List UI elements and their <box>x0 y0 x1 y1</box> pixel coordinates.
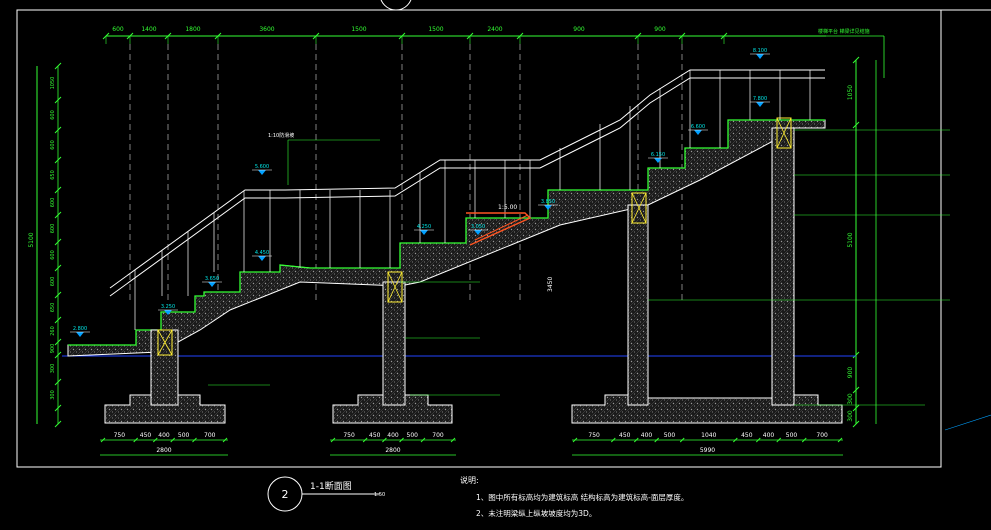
mid-height-label: 3450 <box>547 277 554 292</box>
elevation-marker <box>420 230 428 235</box>
pier-2 <box>332 271 453 424</box>
elevation-label: 6.600 <box>691 124 705 130</box>
footing-dim-total: 5990 <box>700 447 715 454</box>
footing-dimension-lines <box>100 439 843 456</box>
dim-top-value: 900 <box>654 26 666 33</box>
dimension-text: 750 450 400 500 700 2800 750 450 400 500 700 2800 75… <box>100 432 843 454</box>
footing-dim-value: 450 <box>619 432 631 439</box>
drawing-title: 2 1-1断面图 1:50 <box>267 476 385 512</box>
dim-left-value: 260 <box>50 326 56 336</box>
footing-dim-value: 1040 <box>701 432 716 439</box>
elevation-marker <box>654 158 662 163</box>
note-2: 2、未注明梁纵上纵坡坡度均为3D。 <box>476 508 596 518</box>
dim-left-value: 5100 <box>28 232 35 247</box>
elevation-label: 4.450 <box>255 250 269 256</box>
footing-dim-value: 400 <box>763 432 775 439</box>
dim-left-value: 650 <box>50 303 56 313</box>
top-reference-circle <box>380 0 412 11</box>
dim-left-value: 600 <box>50 250 56 260</box>
title-scale: 1:50 <box>374 492 385 498</box>
elevation-marker <box>208 282 216 287</box>
notes-heading: 说明: <box>460 475 479 485</box>
dim-left-value: 1050 <box>50 77 56 90</box>
dim-top-value: 1500 <box>428 26 443 33</box>
elevation-marker <box>756 54 764 59</box>
elevation-label: 3.650 <box>205 276 219 282</box>
dim-left-value: 300 <box>50 364 56 374</box>
footing-3 <box>571 394 843 424</box>
stair-slab <box>67 119 826 357</box>
notes-block: 说明: 1、图中所有标高均为建筑标高 结构标高为建筑标高-面层厚度。 2、未注明… <box>460 475 688 518</box>
note-1: 1、图中所有标高均为建筑标高 结构标高为建筑标高-面层厚度。 <box>476 492 688 502</box>
elevation-marker <box>258 170 266 175</box>
dim-left-value: 650 <box>50 170 56 180</box>
dim-right-value: 300 <box>847 410 854 422</box>
elevation-label: 2.800 <box>73 326 87 332</box>
dim-left-value: 600 <box>50 224 56 234</box>
dim-left-value: 600 <box>50 110 56 120</box>
dim-right-value: 5100 <box>847 232 854 247</box>
elevation-marker <box>694 130 702 135</box>
elevation-label: 5.600 <box>255 164 269 170</box>
footing-dim-value: 450 <box>741 432 753 439</box>
dim-top-value: 3600 <box>259 26 274 33</box>
dim-top-value: 900 <box>573 26 585 33</box>
footing-dim-value: 700 <box>432 432 444 439</box>
slab-note: 1:10防滑坡 <box>268 132 294 139</box>
elevation-label: 4.250 <box>417 224 431 230</box>
footing-dim-value: 400 <box>387 432 399 439</box>
footing-dim-value: 700 <box>204 432 216 439</box>
pier-3 <box>627 192 649 406</box>
footing-dim-value: 400 <box>158 432 170 439</box>
dim-left-value: 600 <box>50 140 56 150</box>
dim-right-value: 1050 <box>847 85 854 100</box>
elevation-label: 8.100 <box>753 48 767 54</box>
footing-dim-value: 400 <box>641 432 653 439</box>
footing-dim-value: 500 <box>786 432 798 439</box>
footing-dim-value: 700 <box>816 432 828 439</box>
elevation-marker <box>756 102 764 107</box>
dim-top-value: 1800 <box>185 26 200 33</box>
dim-right-value: 300 <box>847 393 854 405</box>
top-dimension-chain: 600 1400 1800 3600 1500 1500 2400 900 900 <box>102 26 826 44</box>
svg-text:楼梯平台 梯梁详见结施: 楼梯平台 梯梁详见结施 <box>818 28 870 35</box>
elevation-marker <box>76 332 84 337</box>
ramp-slope-label: 1:5.00 <box>498 204 517 211</box>
footing-dim-value: 450 <box>369 432 381 439</box>
footing-dim-total: 2800 <box>156 447 171 454</box>
dim-top-value: 2400 <box>487 26 502 33</box>
elevation-label: 3.850 <box>541 199 555 205</box>
footing-dim-value: 750 <box>343 432 355 439</box>
footing-dim-value: 500 <box>664 432 676 439</box>
dim-left-value: 600 <box>50 198 56 208</box>
pier-4 <box>771 117 795 406</box>
left-dimension-chain: 1050 600 600 650 600 5100 600 600 600 650 260 900 30… <box>28 62 62 428</box>
footing-dim-value: 450 <box>140 432 152 439</box>
dim-top-value: 1400 <box>141 26 156 33</box>
footing-dim-value: 750 <box>114 432 126 439</box>
section-drawing: 600 1400 1800 3600 1500 1500 2400 900 900 楼梯平台 梯… <box>16 0 991 518</box>
handrail-posts <box>134 70 811 330</box>
elevation-label: 3.050 <box>471 224 485 230</box>
dim-left-value: 300 <box>50 390 56 400</box>
title-text: 1-1断面图 <box>310 480 352 492</box>
right-dimension-chain: 1050 5100 900 300 300 <box>847 56 877 428</box>
elevation-marker <box>258 256 266 261</box>
dim-top-value: 1500 <box>351 26 366 33</box>
dim-top-value: 600 <box>112 26 124 33</box>
footing-dim-value: 500 <box>178 432 190 439</box>
footing-dim-value: 750 <box>588 432 600 439</box>
dim-left-value: 900 <box>50 344 56 354</box>
dim-right-value: 900 <box>847 367 854 379</box>
footing-dim-total: 2800 <box>385 447 400 454</box>
dim-left-value: 600 <box>50 277 56 287</box>
title-number: 2 <box>282 488 289 501</box>
footing-dim-value: 500 <box>407 432 419 439</box>
elevation-label: 3.250 <box>161 304 175 310</box>
elevation-label: 6.150 <box>651 152 665 158</box>
elevation-label: 7.800 <box>753 96 767 102</box>
pier-1 <box>104 329 226 424</box>
